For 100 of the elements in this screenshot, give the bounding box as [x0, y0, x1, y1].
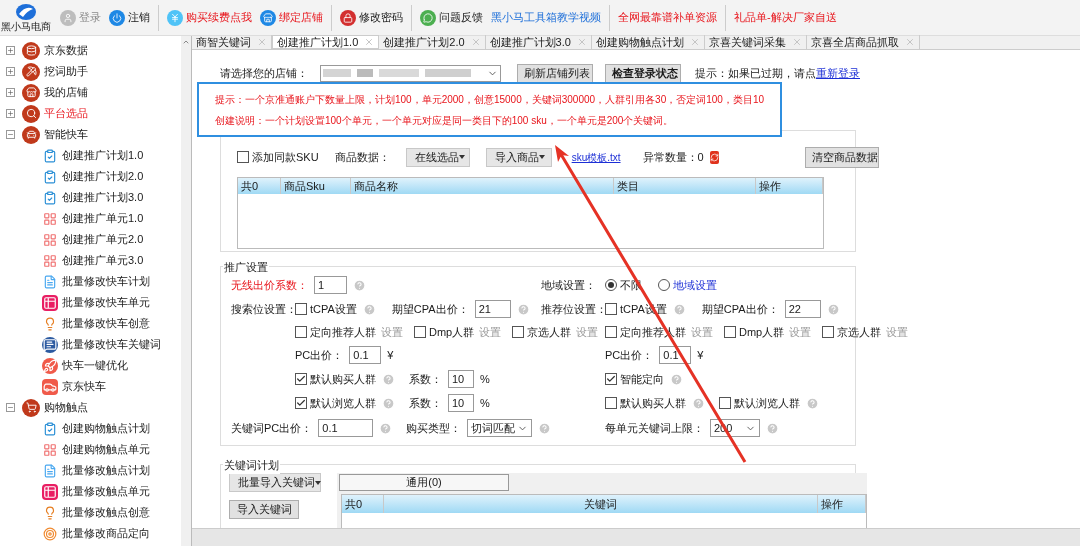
- help-icon: [362, 302, 376, 316]
- checkbox[interactable]: [724, 326, 736, 338]
- tree-item[interactable]: 批量修改触点创意: [0, 502, 181, 523]
- tab[interactable]: 创建推广计划1.0: [272, 35, 380, 49]
- tree-item[interactable]: 京东数据: [0, 40, 181, 61]
- tree-item[interactable]: 批量修改快车计划: [0, 271, 181, 292]
- toolbar-link[interactable]: 礼品单-解决厂家自送: [734, 9, 837, 26]
- input-field[interactable]: 1: [314, 276, 347, 294]
- tab[interactable]: 创建推广计划3.0: [485, 35, 592, 49]
- tree-item[interactable]: 批量修改触点计划: [0, 460, 181, 481]
- import-button[interactable]: 导入商品: [485, 147, 552, 167]
- column-header: 关键词: [384, 495, 818, 513]
- input-field[interactable]: 10: [448, 370, 474, 388]
- checkbox[interactable]: [719, 397, 731, 409]
- help-icon: [382, 396, 395, 410]
- tree-item[interactable]: 智能快车: [0, 124, 181, 145]
- tree-item[interactable]: 快车一键优化: [0, 355, 181, 376]
- checkbox[interactable]: [295, 373, 307, 385]
- expand-icon[interactable]: [6, 109, 15, 118]
- tree-item[interactable]: 购物触点: [0, 397, 181, 418]
- checkbox[interactable]: [237, 151, 249, 163]
- tree-item[interactable]: 批量修改快车关键词: [0, 334, 181, 355]
- tree-item[interactable]: 创建推广单元3.0: [0, 250, 181, 271]
- tree-item[interactable]: 平台选品: [0, 103, 181, 124]
- online-select-button[interactable]: 在线选品: [405, 147, 470, 167]
- refresh-button[interactable]: 刷新店铺列表: [517, 63, 593, 83]
- batch-import-button[interactable]: 批量导入关键词: [229, 473, 321, 492]
- speech-icon: [42, 336, 58, 353]
- checkbox[interactable]: [605, 373, 617, 385]
- store-dropdown[interactable]: [320, 64, 501, 82]
- collapse-icon[interactable]: [6, 403, 15, 412]
- tree-item[interactable]: 创建推广单元2.0: [0, 229, 181, 250]
- import-keywords-button[interactable]: 导入关键词: [229, 500, 299, 519]
- rocket-icon: [42, 357, 58, 374]
- tree-item[interactable]: 创建购物触点单元: [0, 439, 181, 460]
- checkbox[interactable]: [414, 326, 426, 338]
- expand-icon[interactable]: [6, 88, 15, 97]
- expand-icon[interactable]: [6, 46, 15, 55]
- checkbox[interactable]: [822, 326, 835, 338]
- shop-icon: [22, 83, 40, 102]
- input-field[interactable]: 21: [474, 300, 511, 318]
- tree-item[interactable]: 创建推广计划3.0: [0, 187, 181, 208]
- template-link[interactable]: sku模板.txt: [571, 149, 621, 165]
- checkbox[interactable]: [295, 303, 307, 315]
- input-field[interactable]: 0.1: [318, 419, 374, 437]
- check-login-button[interactable]: 检查登录状态: [605, 63, 681, 83]
- car-icon: [22, 125, 40, 144]
- tree-item[interactable]: 批量修改商品定向: [0, 523, 181, 544]
- relogin-link[interactable]: 重新登录: [816, 64, 860, 82]
- toolbar-link[interactable]: 全网最靠谱补单资源: [618, 9, 717, 26]
- tree-item[interactable]: 创建购物触点计划: [0, 418, 181, 439]
- radio-button[interactable]: [605, 279, 617, 291]
- scroll-up-icon[interactable]: [182, 38, 190, 46]
- toolbar-button[interactable]: 购买续费点我: [167, 9, 252, 26]
- tab[interactable]: 通用(0): [339, 474, 509, 491]
- help-icon: [379, 421, 393, 435]
- column-header: 共0: [342, 495, 384, 513]
- tree-item[interactable]: 我的店铺: [0, 82, 181, 103]
- tab[interactable]: 创建推广计划2.0: [379, 35, 486, 49]
- checkbox[interactable]: [605, 303, 617, 315]
- help-icon: [670, 372, 683, 386]
- checkbox[interactable]: [512, 326, 525, 338]
- checkbox[interactable]: [295, 397, 307, 409]
- checkbox-label: Dmp人群: [739, 324, 785, 340]
- expand-icon[interactable]: [6, 67, 15, 76]
- toolbar-button[interactable]: 注销: [109, 9, 150, 26]
- toolbar-button[interactable]: 问题反馈: [420, 9, 483, 26]
- checkbox[interactable]: [605, 397, 617, 409]
- tree-item[interactable]: 批量修改快车创意: [0, 313, 181, 334]
- tab[interactable]: 京喜全店商品抓取: [806, 35, 920, 49]
- dropdown[interactable]: 切词匹配: [467, 419, 533, 437]
- toolbar-button[interactable]: 修改密码: [340, 9, 403, 26]
- toolbar-button[interactable]: 绑定店铺: [260, 9, 323, 26]
- column-header: 类目: [614, 178, 756, 194]
- tree-item[interactable]: 京东快车: [0, 376, 181, 397]
- tree-item[interactable]: 批量修改触点单元: [0, 481, 181, 502]
- tab[interactable]: 京喜关键词采集: [704, 35, 807, 49]
- tree-item[interactable]: 创建推广计划1.0: [0, 145, 181, 166]
- refresh-icon[interactable]: [709, 150, 719, 164]
- target-icon: [42, 525, 58, 542]
- grid-icon: [42, 252, 58, 269]
- checkbox-label: 京选人群: [837, 324, 882, 340]
- region-link[interactable]: 地域设置: [673, 276, 717, 294]
- checkbox[interactable]: [295, 326, 307, 338]
- input-field[interactable]: 0.1: [349, 346, 382, 364]
- tree-item[interactable]: 挖词助手: [0, 61, 181, 82]
- collapse-icon[interactable]: [6, 130, 15, 139]
- tree-item[interactable]: 创建推广单元1.0: [0, 208, 181, 229]
- tab[interactable]: 创建购物触点计划: [591, 35, 705, 49]
- toolbar-link[interactable]: 黑小马工具箱教学视频: [491, 9, 601, 26]
- tree-item[interactable]: 创建推广计划2.0: [0, 166, 181, 187]
- clear-button[interactable]: 清空商品数据: [804, 146, 879, 168]
- checkbox[interactable]: [605, 326, 617, 338]
- input-field[interactable]: 22: [784, 300, 821, 318]
- input-field[interactable]: 10: [448, 394, 474, 412]
- grid-icon: [42, 441, 58, 458]
- clipboard-icon: [42, 420, 58, 437]
- radio-button[interactable]: [658, 279, 670, 291]
- help-icon: [353, 278, 366, 292]
- tree-item[interactable]: 批量修改快车单元: [0, 292, 181, 313]
